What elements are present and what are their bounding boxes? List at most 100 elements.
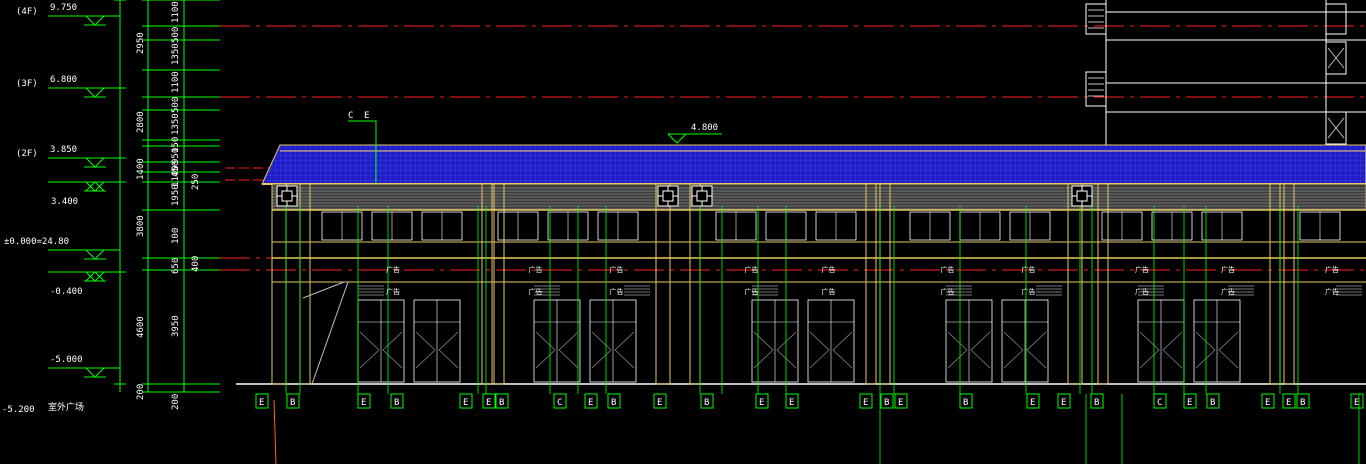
axis-label: B (286, 393, 300, 409)
axis-label: B (1206, 393, 1220, 409)
dimension-inner: 3950 (171, 315, 181, 337)
shop-bay: 广告广告广告广告 (909, 211, 1062, 383)
axis-label: B (607, 393, 621, 409)
column (1283, 183, 1295, 385)
svg-text:B: B (611, 398, 616, 408)
shop-sign: 广告 (610, 287, 624, 296)
axis-label: B (495, 393, 509, 409)
axis-label: E (755, 393, 769, 409)
axis-label: E (584, 393, 598, 409)
dimension-right: 400 (191, 256, 201, 272)
level-marker: 3.400 (48, 181, 120, 207)
svg-text:B: B (290, 398, 295, 408)
column (481, 183, 493, 385)
level-marker: -0.400 (48, 271, 120, 297)
axis-label: B (700, 393, 714, 409)
axis-line (273, 399, 277, 464)
roof (261, 144, 1366, 185)
column (1269, 183, 1281, 385)
axis-label: B (390, 393, 404, 409)
dimension-inner: 650 (171, 258, 181, 274)
dimension-outer: 2800 (136, 111, 146, 133)
dimension-outer: 4600 (136, 316, 146, 338)
elevation-value: -0.400 (50, 287, 83, 297)
column (299, 183, 311, 385)
roof-elevation: 4.800 (691, 123, 718, 133)
shop-sign: 广告 (822, 265, 836, 274)
axis-label: E (653, 393, 667, 409)
ornament-window (276, 185, 298, 207)
column (865, 183, 877, 385)
column (1097, 183, 1109, 385)
elevation-value: 9.750 (50, 3, 77, 13)
roof-elevation-marker: 4.800 (667, 123, 722, 144)
axis-label: E (859, 393, 873, 409)
level-marker: -5.000 (48, 355, 120, 378)
axis-label: B (880, 393, 894, 409)
svg-text:E: E (898, 398, 903, 408)
column (493, 183, 505, 385)
svg-text:E: E (759, 398, 764, 408)
column (689, 183, 701, 385)
shop-sign: 广告 (1135, 265, 1149, 274)
axis-label: B (959, 393, 973, 409)
section-mark-c: C (348, 111, 353, 121)
shop-bay: 广告广告广告广告 (497, 211, 650, 383)
elevation-value: -5.200 (2, 405, 35, 415)
dimension-inner: 1100 (171, 71, 181, 93)
floor-label: (3F) (16, 79, 38, 89)
svg-text:B: B (1094, 398, 1099, 408)
svg-text:E: E (1286, 398, 1291, 408)
facade: 广告广告广告广告广告广告广告广告广告广告广告广告广告广告广告广告广告广告广告广告 (236, 183, 1366, 385)
axis-label: E (482, 393, 496, 409)
shop-bay: 广告广告 (1299, 211, 1362, 296)
column (271, 183, 287, 385)
column (655, 183, 671, 385)
elevation-drawing: (4F) 9.750 (3F) 6.800 (2F) 3.850 3.400 ±0.000=2… (2, 0, 1366, 464)
shop-sign: 广告 (941, 265, 955, 274)
level-marker: -5.200 (2, 405, 35, 415)
axis-label: B (1296, 393, 1310, 409)
elevation-value: -5.000 (50, 355, 83, 365)
dimension-outer: 2950 (136, 32, 146, 54)
shop-sign: 广告 (1022, 287, 1036, 296)
svg-text:C: C (557, 398, 562, 408)
svg-text:E: E (1030, 398, 1035, 408)
svg-text:E: E (588, 398, 593, 408)
shop-sign: 广告 (822, 287, 836, 296)
svg-text:E: E (1187, 398, 1192, 408)
floor-label: (2F) (16, 149, 38, 159)
axis-label: C (553, 393, 567, 409)
axis-label: E (894, 393, 908, 409)
dimension-inner: 200 (171, 394, 181, 410)
svg-text:E: E (361, 398, 366, 408)
level-marker: (3F) 6.800 (16, 75, 120, 98)
axis-label: C (1153, 393, 1167, 409)
svg-text:C: C (1157, 398, 1162, 408)
outdoor-plaza-label: 室外广场 (48, 401, 84, 413)
shop-sign: 广告 (1221, 265, 1235, 274)
level-markers: (4F) 9.750 (3F) 6.800 (2F) 3.850 3.400 ±0.000=2… (2, 3, 120, 415)
column (879, 183, 891, 385)
axis-label: E (357, 393, 371, 409)
dimension-right: 250 (191, 174, 201, 190)
shop-sign: 广告 (1325, 265, 1339, 274)
ornament-window (1071, 185, 1093, 207)
elevation-value: 3.850 (50, 145, 77, 155)
svg-text:B: B (1210, 398, 1215, 408)
svg-text:B: B (394, 398, 399, 408)
axis-grid: EBEBEEBCEBEBEEEBEBEEBCEBEEBE (255, 206, 1364, 464)
ornament-window (657, 185, 679, 207)
tower-building (1085, 0, 1366, 146)
axis-label: E (1261, 393, 1275, 409)
dimension-outer: 3800 (136, 215, 146, 237)
level-marker: ±0.000=24.80 (4, 237, 120, 260)
svg-text:E: E (1265, 398, 1270, 408)
svg-text:E: E (789, 398, 794, 408)
axis-label: E (1282, 393, 1296, 409)
svg-text:B: B (704, 398, 709, 408)
svg-text:E: E (1061, 398, 1066, 408)
dimension-inner: 1100 (171, 1, 181, 23)
axis-label: E (785, 393, 799, 409)
axis-label: E (1183, 393, 1197, 409)
